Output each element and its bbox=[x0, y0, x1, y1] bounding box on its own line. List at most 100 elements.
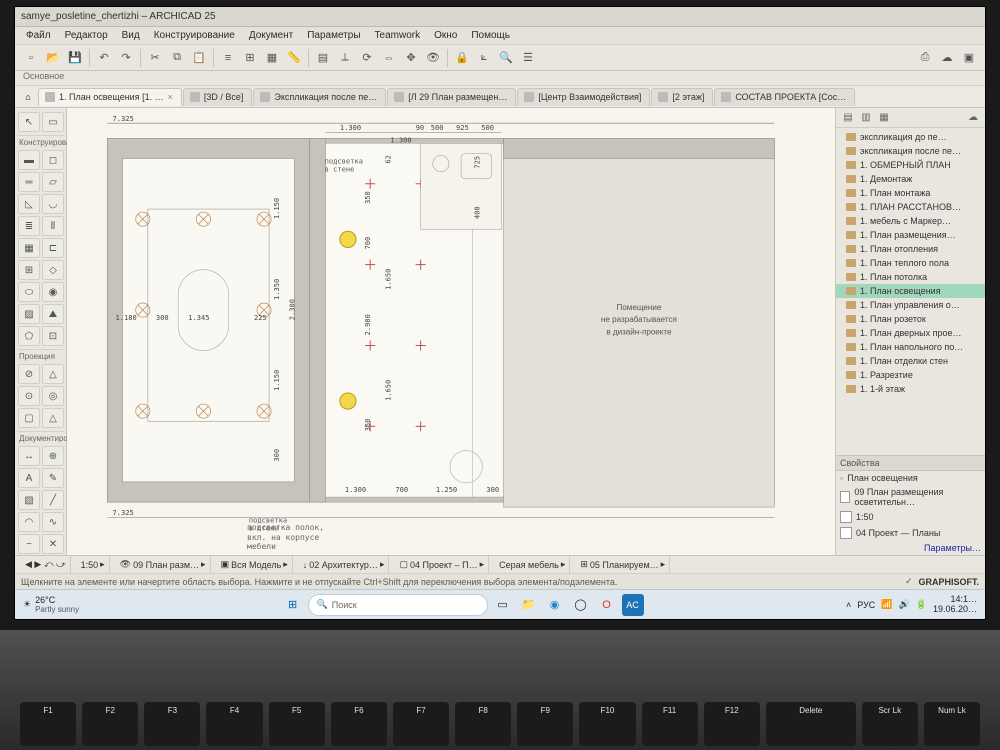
polyline-tool-icon[interactable]: ∿ bbox=[42, 512, 64, 532]
column-tool-icon[interactable]: ◻ bbox=[42, 150, 64, 170]
morph-tool-icon[interactable]: ⬠ bbox=[18, 326, 40, 346]
railing-tool-icon[interactable]: ⦀ bbox=[42, 216, 64, 236]
interior-elev-icon[interactable]: ⊙ bbox=[18, 386, 40, 406]
rotate-icon[interactable]: ⟳ bbox=[357, 48, 377, 68]
navigator-item[interactable]: 1. План монтажа bbox=[836, 186, 985, 200]
navigator-item[interactable]: 1. План розеток bbox=[836, 312, 985, 326]
section-tool-icon[interactable]: ⊘ bbox=[18, 364, 40, 384]
align-icon[interactable]: ≡ bbox=[218, 48, 238, 68]
task-view-icon[interactable]: ▭ bbox=[492, 594, 514, 616]
tab-interaction-center[interactable]: [Центр Взаимодействия] bbox=[517, 88, 650, 106]
elevation-tool-icon[interactable]: △ bbox=[42, 364, 64, 384]
tab-project-contents[interactable]: СОСТАВ ПРОЕКТА [Сос… bbox=[714, 88, 855, 106]
explorer-icon[interactable]: 📁 bbox=[518, 594, 540, 616]
menu-edit[interactable]: Редактор bbox=[60, 29, 113, 42]
skylight-tool-icon[interactable]: ◇ bbox=[42, 260, 64, 280]
navigator-item[interactable]: 1. План отопления bbox=[836, 242, 985, 256]
navigator-item[interactable]: 1. План потолка bbox=[836, 270, 985, 284]
zone-tool-icon[interactable]: ▨ bbox=[18, 304, 40, 324]
shell-tool-icon[interactable]: ◡ bbox=[42, 194, 64, 214]
render-icon[interactable]: ▣ bbox=[959, 48, 979, 68]
menu-file[interactable]: Файл bbox=[21, 29, 56, 42]
nav-layout-icon[interactable]: ▦ bbox=[876, 110, 892, 126]
cut-icon[interactable]: ✂ bbox=[145, 48, 165, 68]
edge-icon[interactable]: ◉ bbox=[544, 594, 566, 616]
undo-icon[interactable]: ↶ bbox=[94, 48, 114, 68]
roof-tool-icon[interactable]: ◺ bbox=[18, 194, 40, 214]
snap-icon[interactable]: ⊞ bbox=[240, 48, 260, 68]
navigator-item[interactable]: 1. План теплого пола bbox=[836, 256, 985, 270]
object-tool-icon[interactable]: ⬭ bbox=[18, 282, 40, 302]
volume-icon[interactable]: 🔊 bbox=[899, 599, 910, 610]
navigator-item[interactable]: 1. План освещения bbox=[836, 284, 985, 298]
arrow-tool-icon[interactable]: ↖ bbox=[18, 112, 40, 132]
stair-tool-icon[interactable]: ≣ bbox=[18, 216, 40, 236]
copy-icon[interactable]: ⧉ bbox=[167, 48, 187, 68]
change-tool-icon[interactable]: △ bbox=[42, 408, 64, 428]
navigator-item[interactable]: 1. ПЛАН РАССТАНОВ… bbox=[836, 200, 985, 214]
furniture-field[interactable]: Серая мебель ▸ bbox=[495, 556, 570, 573]
tab-3d[interactable]: [3D / Все] bbox=[183, 88, 253, 106]
level-dim-icon[interactable]: ⊕ bbox=[42, 446, 64, 466]
home-tab-icon[interactable]: ⌂ bbox=[19, 92, 37, 102]
curtain-wall-icon[interactable]: ▦ bbox=[18, 238, 40, 258]
layer-field[interactable]: 👁 09 План разм… ▸ bbox=[116, 556, 211, 573]
menu-teamwork[interactable]: Teamwork bbox=[370, 29, 426, 42]
mesh-tool-icon[interactable]: ⛰ bbox=[42, 304, 64, 324]
tab-schedule[interactable]: Экспликация после пе… bbox=[253, 88, 386, 106]
mirror-icon[interactable]: ⇔ bbox=[379, 48, 399, 68]
ruler-icon[interactable]: 📏 bbox=[284, 48, 304, 68]
slab-tool-icon[interactable]: ▱ bbox=[42, 172, 64, 192]
navigator-item[interactable]: 1. 1-й этаж bbox=[836, 382, 985, 396]
menu-help[interactable]: Помощь bbox=[466, 29, 515, 42]
clock[interactable]: 14:1… 19.06.20… bbox=[933, 595, 977, 614]
scale-field[interactable]: 1:50 ▸ bbox=[77, 556, 110, 573]
planview-field[interactable]: ⊞ 05 Планируем… ▸ bbox=[576, 556, 670, 573]
navigator-item[interactable]: 1. Демонтаж bbox=[836, 172, 985, 186]
menu-window[interactable]: Окно bbox=[429, 29, 462, 42]
arch-field[interactable]: ↓ 02 Архитектур… ▸ bbox=[299, 556, 390, 573]
camera-icon[interactable]: ⎙ bbox=[915, 48, 935, 68]
navigator-item[interactable]: 1. План размещения… bbox=[836, 228, 985, 242]
close-icon[interactable]: × bbox=[168, 92, 173, 102]
window-tool-icon[interactable]: ⊞ bbox=[18, 260, 40, 280]
help-icon[interactable]: ✓ bbox=[905, 576, 913, 587]
save-icon[interactable]: 💾 bbox=[65, 48, 85, 68]
wall-tool-icon[interactable]: ▬ bbox=[18, 150, 40, 170]
tab-plan-lighting[interactable]: 1. План освещения [1. … × bbox=[38, 88, 182, 106]
input-lang[interactable]: РУС bbox=[857, 600, 875, 610]
chevron-up-icon[interactable]: ˄ bbox=[846, 600, 851, 610]
label-tool-icon[interactable]: ✎ bbox=[42, 468, 64, 488]
fill-tool-icon[interactable]: ▧ bbox=[18, 490, 40, 510]
new-file-icon[interactable]: ▫ bbox=[21, 48, 41, 68]
nav-project-icon[interactable]: ▤ bbox=[840, 110, 856, 126]
prop-scale[interactable]: 1:50 bbox=[836, 509, 985, 525]
layers-icon[interactable]: ▤ bbox=[313, 48, 333, 68]
archicad-icon[interactable]: AC bbox=[622, 594, 644, 616]
lock-icon[interactable]: 🔒 bbox=[452, 48, 472, 68]
tab-floor2[interactable]: [2 этаж] bbox=[651, 88, 713, 106]
prop-renovation[interactable]: 04 Проект — Планы bbox=[836, 525, 985, 541]
beam-tool-icon[interactable]: ═ bbox=[18, 172, 40, 192]
opera-icon[interactable]: O bbox=[596, 594, 618, 616]
menu-options[interactable]: Параметры bbox=[302, 29, 365, 42]
taskbar-search[interactable]: 🔍 Поиск bbox=[308, 594, 488, 616]
navigator-item[interactable]: 1. План отделки стен bbox=[836, 354, 985, 368]
prop-layer-combo[interactable]: 09 План размещения осветительн… bbox=[836, 485, 985, 509]
navigator-item[interactable]: 1. План напольного по… bbox=[836, 340, 985, 354]
navigator-item[interactable]: экспликация после пе… bbox=[836, 144, 985, 158]
nav-cloud-icon[interactable]: ☁ bbox=[965, 110, 981, 126]
hotspot-tool-icon[interactable]: ✕ bbox=[42, 534, 64, 554]
navigator-item[interactable]: 1. мебель с Маркер… bbox=[836, 214, 985, 228]
chrome-icon[interactable]: ◯ bbox=[570, 594, 592, 616]
navigator-item[interactable]: 1. ОБМЕРНЫЙ ПЛАН bbox=[836, 158, 985, 172]
zoom-icon[interactable]: 🔍 bbox=[496, 48, 516, 68]
trace-icon[interactable]: 👁 bbox=[423, 48, 443, 68]
navigator-item[interactable]: экспликация до пе… bbox=[836, 130, 985, 144]
open-file-icon[interactable]: 📂 bbox=[43, 48, 63, 68]
paste-icon[interactable]: 📋 bbox=[189, 48, 209, 68]
marquee-tool-icon[interactable]: ▭ bbox=[42, 112, 64, 132]
grid-icon[interactable]: ▦ bbox=[262, 48, 282, 68]
worksheet-tool-icon[interactable]: ▢ bbox=[18, 408, 40, 428]
navigator-item[interactable]: 1. Разрезтие bbox=[836, 368, 985, 382]
